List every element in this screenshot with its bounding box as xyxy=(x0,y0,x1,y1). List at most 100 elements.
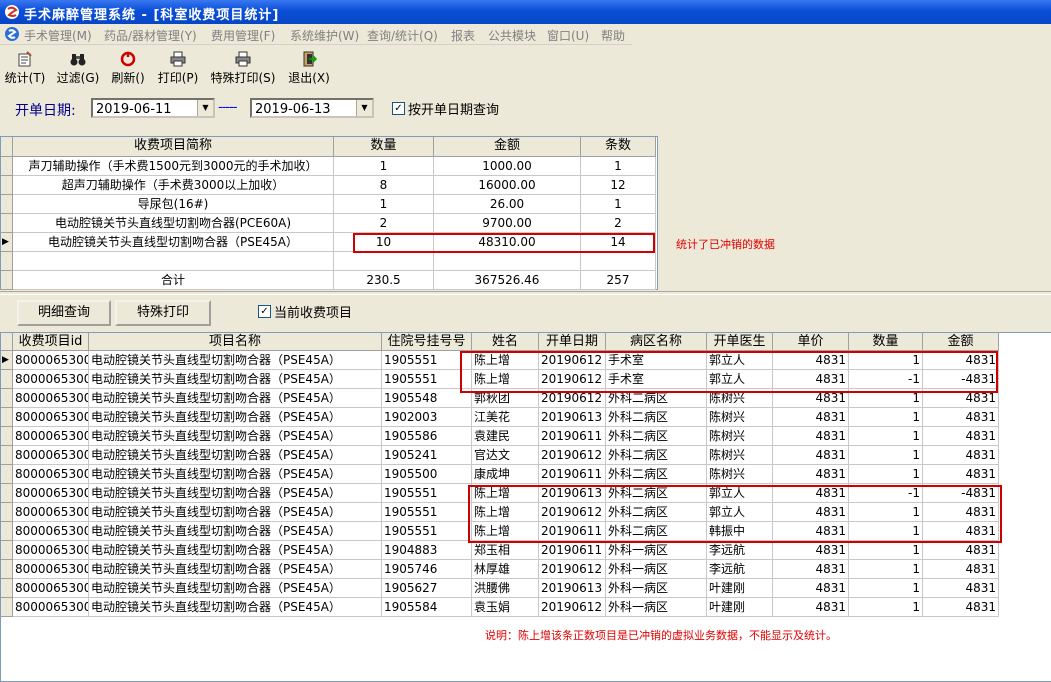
detail-cell: 4831 xyxy=(923,408,999,427)
summary-total-cell: 合计 xyxy=(13,271,334,290)
menu-system[interactable]: 系统维护(W) xyxy=(290,27,359,44)
row-selector[interactable] xyxy=(1,522,13,541)
detail-query-button[interactable]: 明细查询 xyxy=(17,300,111,326)
row-selector[interactable] xyxy=(1,484,13,503)
current-item-checkbox[interactable]: ✓ xyxy=(258,305,271,318)
row-selector[interactable] xyxy=(1,214,13,233)
menu-help[interactable]: 帮助 xyxy=(601,27,625,44)
detail-cell: 8000065300 xyxy=(13,446,89,465)
row-selector[interactable] xyxy=(1,389,13,408)
filter-button[interactable]: 过滤(G) xyxy=(54,49,102,85)
detail-cell: 1905551 xyxy=(382,522,472,541)
summary-cell: 12 xyxy=(581,176,656,195)
detail-header[interactable]: 开单日期 xyxy=(539,333,606,351)
row-selector[interactable] xyxy=(1,408,13,427)
row-selector[interactable] xyxy=(1,598,13,617)
row-selector[interactable] xyxy=(1,157,13,176)
menu-common[interactable]: 公共模块 xyxy=(488,27,536,44)
detail-header[interactable]: 项目名称 xyxy=(89,333,382,351)
chevron-down-icon[interactable]: ▼ xyxy=(197,100,213,116)
special-print-button-2[interactable]: 特殊打印 xyxy=(115,300,211,326)
summary-total-cell: 257 xyxy=(581,271,656,290)
detail-cell: 1905584 xyxy=(382,598,472,617)
detail-cell: 20190611 xyxy=(539,427,606,446)
summary-cell xyxy=(334,252,434,271)
row-selector[interactable] xyxy=(1,579,13,598)
summary-cell: 1 xyxy=(581,195,656,214)
detail-cell: 4831 xyxy=(923,560,999,579)
detail-header[interactable]: 住院号挂号号 xyxy=(382,333,472,351)
detail-cell: 1905548 xyxy=(382,389,472,408)
detail-cell: 1905627 xyxy=(382,579,472,598)
menu-query[interactable]: 查询/统计(Q) xyxy=(367,27,438,44)
menu-drugs[interactable]: 药品/器材管理(Y) xyxy=(104,27,197,44)
summary-highlight-box xyxy=(353,233,655,253)
print-button[interactable]: 打印(P) xyxy=(154,49,202,85)
summary-header[interactable]: 数量 xyxy=(334,137,434,157)
row-selector[interactable] xyxy=(1,271,13,290)
detail-cell: 1905500 xyxy=(382,465,472,484)
summary-header[interactable]: 条数 xyxy=(581,137,656,157)
stats-label: 统计(T) xyxy=(4,71,46,85)
summary-grid[interactable]: 收费项目简称 数量 金额 条数 声刀辅助操作（手术费1500元到3000元的手术加收） 1… xyxy=(0,136,658,290)
chevron-down-icon[interactable]: ▼ xyxy=(356,100,372,116)
summary-cell xyxy=(581,252,656,271)
detail-header[interactable]: 金额 xyxy=(923,333,999,351)
detail-cell: 电动腔镜关节头直线型切割吻合器（PSE45A） xyxy=(89,541,382,560)
row-selector[interactable]: ▶ xyxy=(1,233,13,252)
refresh-label: 刷新() xyxy=(111,71,145,85)
menu-window[interactable]: 窗口(U) xyxy=(547,27,589,44)
detail-cell: 林厚雄 xyxy=(472,560,539,579)
menu-surgery[interactable]: 手术管理(M) xyxy=(24,27,92,44)
detail-cell: 电动腔镜关节头直线型切割吻合器（PSE45A） xyxy=(89,522,382,541)
printer-icon xyxy=(170,51,186,67)
row-selector[interactable] xyxy=(1,252,13,271)
exit-button[interactable]: 退出(X) xyxy=(284,49,334,85)
row-selector[interactable] xyxy=(1,503,13,522)
detail-cell: 外科二病区 xyxy=(606,465,707,484)
by-date-checkbox[interactable]: ✓ xyxy=(392,102,405,115)
detail-highlight-box-1 xyxy=(460,351,998,393)
row-selector[interactable] xyxy=(1,427,13,446)
detail-cell: 电动腔镜关节头直线型切割吻合器（PSE45A） xyxy=(89,370,382,389)
row-selector[interactable] xyxy=(1,560,13,579)
summary-cell: 1 xyxy=(334,157,434,176)
detail-cell: 电动腔镜关节头直线型切割吻合器（PSE45A） xyxy=(89,446,382,465)
detail-cell: 叶建刚 xyxy=(707,598,773,617)
detail-cell: 江美花 xyxy=(472,408,539,427)
menu-reports[interactable]: 报表 xyxy=(451,27,475,44)
row-selector[interactable] xyxy=(1,541,13,560)
row-selector[interactable] xyxy=(1,465,13,484)
row-selector[interactable] xyxy=(1,176,13,195)
detail-cell: 1905551 xyxy=(382,351,472,370)
window-title: 手术麻醉管理系统 - [科室收费项目统计] xyxy=(24,8,280,23)
detail-cell: 4831 xyxy=(923,541,999,560)
row-selector[interactable] xyxy=(1,446,13,465)
start-date-combo[interactable]: 2019-06-11 ▼ xyxy=(91,98,215,118)
row-selector[interactable] xyxy=(1,370,13,389)
detail-cell: 电动腔镜关节头直线型切割吻合器（PSE45A） xyxy=(89,579,382,598)
summary-header[interactable]: 收费项目简称 xyxy=(13,137,334,157)
row-selector[interactable] xyxy=(1,195,13,214)
detail-cell: 20190611 xyxy=(539,465,606,484)
detail-header[interactable]: 病区名称 xyxy=(606,333,707,351)
refresh-button[interactable]: 刷新() xyxy=(106,49,150,85)
detail-cell: 4831 xyxy=(773,598,849,617)
end-date-combo[interactable]: 2019-06-13 ▼ xyxy=(250,98,374,118)
detail-cell: 4831 xyxy=(773,579,849,598)
menu-fees[interactable]: 费用管理(F) xyxy=(211,27,275,44)
row-selector[interactable]: ▶ xyxy=(1,351,13,370)
stats-button[interactable]: 统计(T) xyxy=(2,49,48,85)
detail-header[interactable]: 收费项目id xyxy=(13,333,89,351)
detail-header[interactable]: 姓名 xyxy=(472,333,539,351)
detail-header[interactable]: 单价 xyxy=(773,333,849,351)
detail-cell: 8000065300 xyxy=(13,503,89,522)
detail-cell: 8000065300 xyxy=(13,484,89,503)
detail-header[interactable]: 数量 xyxy=(849,333,923,351)
detail-cell: 电动腔镜关节头直线型切割吻合器（PSE45A） xyxy=(89,427,382,446)
detail-header[interactable]: 开单医生 xyxy=(707,333,773,351)
detail-cell: 官达文 xyxy=(472,446,539,465)
summary-header[interactable]: 金额 xyxy=(434,137,581,157)
special-print-button[interactable]: 特殊打印(S) xyxy=(208,49,278,85)
start-date-value: 2019-06-11 xyxy=(96,102,172,117)
